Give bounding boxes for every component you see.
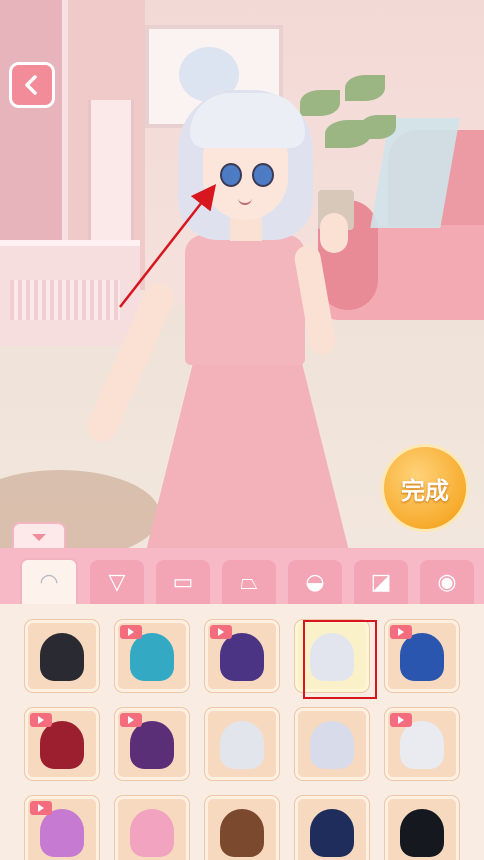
chevron-down-icon xyxy=(32,534,46,541)
hair-style-preview xyxy=(220,633,264,681)
door-frame xyxy=(0,0,68,240)
hair-style-preview xyxy=(130,721,174,769)
socks-icon: ◪ xyxy=(370,569,392,595)
hair-style-preview xyxy=(400,809,444,857)
game-scene: 完成 xyxy=(0,0,484,548)
hair-style-item[interactable] xyxy=(295,708,369,780)
hair-style-item[interactable] xyxy=(385,620,459,692)
hair-style-item[interactable] xyxy=(25,796,99,860)
category-tab-skirt[interactable]: ⏢ xyxy=(222,560,276,604)
dress-icon: ▽ xyxy=(108,569,126,595)
back-button[interactable] xyxy=(9,62,55,108)
hair-item-grid xyxy=(0,604,484,860)
video-ad-icon xyxy=(390,713,412,727)
skirt-icon: ⏢ xyxy=(240,569,258,595)
character-dress-top xyxy=(185,235,305,365)
hair-style-item[interactable] xyxy=(25,708,99,780)
hair-style-preview xyxy=(310,809,354,857)
selection-highlight-box xyxy=(303,620,377,699)
hair-style-item[interactable] xyxy=(385,796,459,860)
hair-style-item[interactable] xyxy=(205,708,279,780)
done-button-label: 完成 xyxy=(401,476,449,505)
hair-style-preview xyxy=(400,633,444,681)
hair-style-preview xyxy=(130,633,174,681)
video-ad-icon xyxy=(30,801,52,815)
category-tab-socks[interactable]: ◪ xyxy=(354,560,408,604)
hair-style-preview xyxy=(40,633,84,681)
hair-style-item[interactable] xyxy=(115,620,189,692)
hair-style-item[interactable] xyxy=(25,620,99,692)
hair-style-preview xyxy=(220,809,264,857)
hair-style-preview xyxy=(40,809,84,857)
category-tab-hair[interactable]: ◠ xyxy=(20,558,78,604)
shirt-icon: ▭ xyxy=(172,569,194,595)
category-tab-face[interactable]: ◉ xyxy=(420,560,474,604)
hair-style-item[interactable] xyxy=(385,708,459,780)
hair-style-preview xyxy=(220,721,264,769)
video-ad-icon xyxy=(120,713,142,727)
category-bar: ◠ ▽ ▭ ⏢ ◒ ◪ ◉ xyxy=(0,548,484,604)
hair-style-item[interactable] xyxy=(115,708,189,780)
hair-style-item[interactable] xyxy=(115,796,189,860)
hair-icon: ◠ xyxy=(39,569,59,595)
character-left-eye xyxy=(220,163,242,187)
shoes-icon: ◒ xyxy=(305,569,325,595)
category-tab-top[interactable]: ▭ xyxy=(156,560,210,604)
hair-style-preview xyxy=(400,721,444,769)
video-ad-icon xyxy=(120,625,142,639)
character-hair-bangs xyxy=(190,93,305,148)
category-tab-dress[interactable]: ▽ xyxy=(90,560,144,604)
hair-style-preview xyxy=(130,809,174,857)
chevron-left-icon xyxy=(25,75,37,95)
collapse-panel-tab[interactable] xyxy=(12,522,66,548)
character-left-arm xyxy=(82,278,179,447)
category-tab-shoes[interactable]: ◒ xyxy=(288,560,342,604)
character-right-hand xyxy=(320,213,348,253)
hair-style-item[interactable] xyxy=(295,796,369,860)
video-ad-icon xyxy=(30,713,52,727)
hair-style-item[interactable] xyxy=(205,620,279,692)
video-ad-icon xyxy=(390,625,412,639)
done-button[interactable]: 完成 xyxy=(381,444,469,532)
video-ad-icon xyxy=(210,625,232,639)
hair-style-preview xyxy=(40,721,84,769)
character-right-eye xyxy=(252,163,274,187)
hair-style-preview xyxy=(310,721,354,769)
hair-style-item[interactable] xyxy=(205,796,279,860)
face-icon: ◉ xyxy=(437,569,457,595)
avatar-character xyxy=(80,85,380,548)
character-dress-skirt xyxy=(145,350,350,548)
